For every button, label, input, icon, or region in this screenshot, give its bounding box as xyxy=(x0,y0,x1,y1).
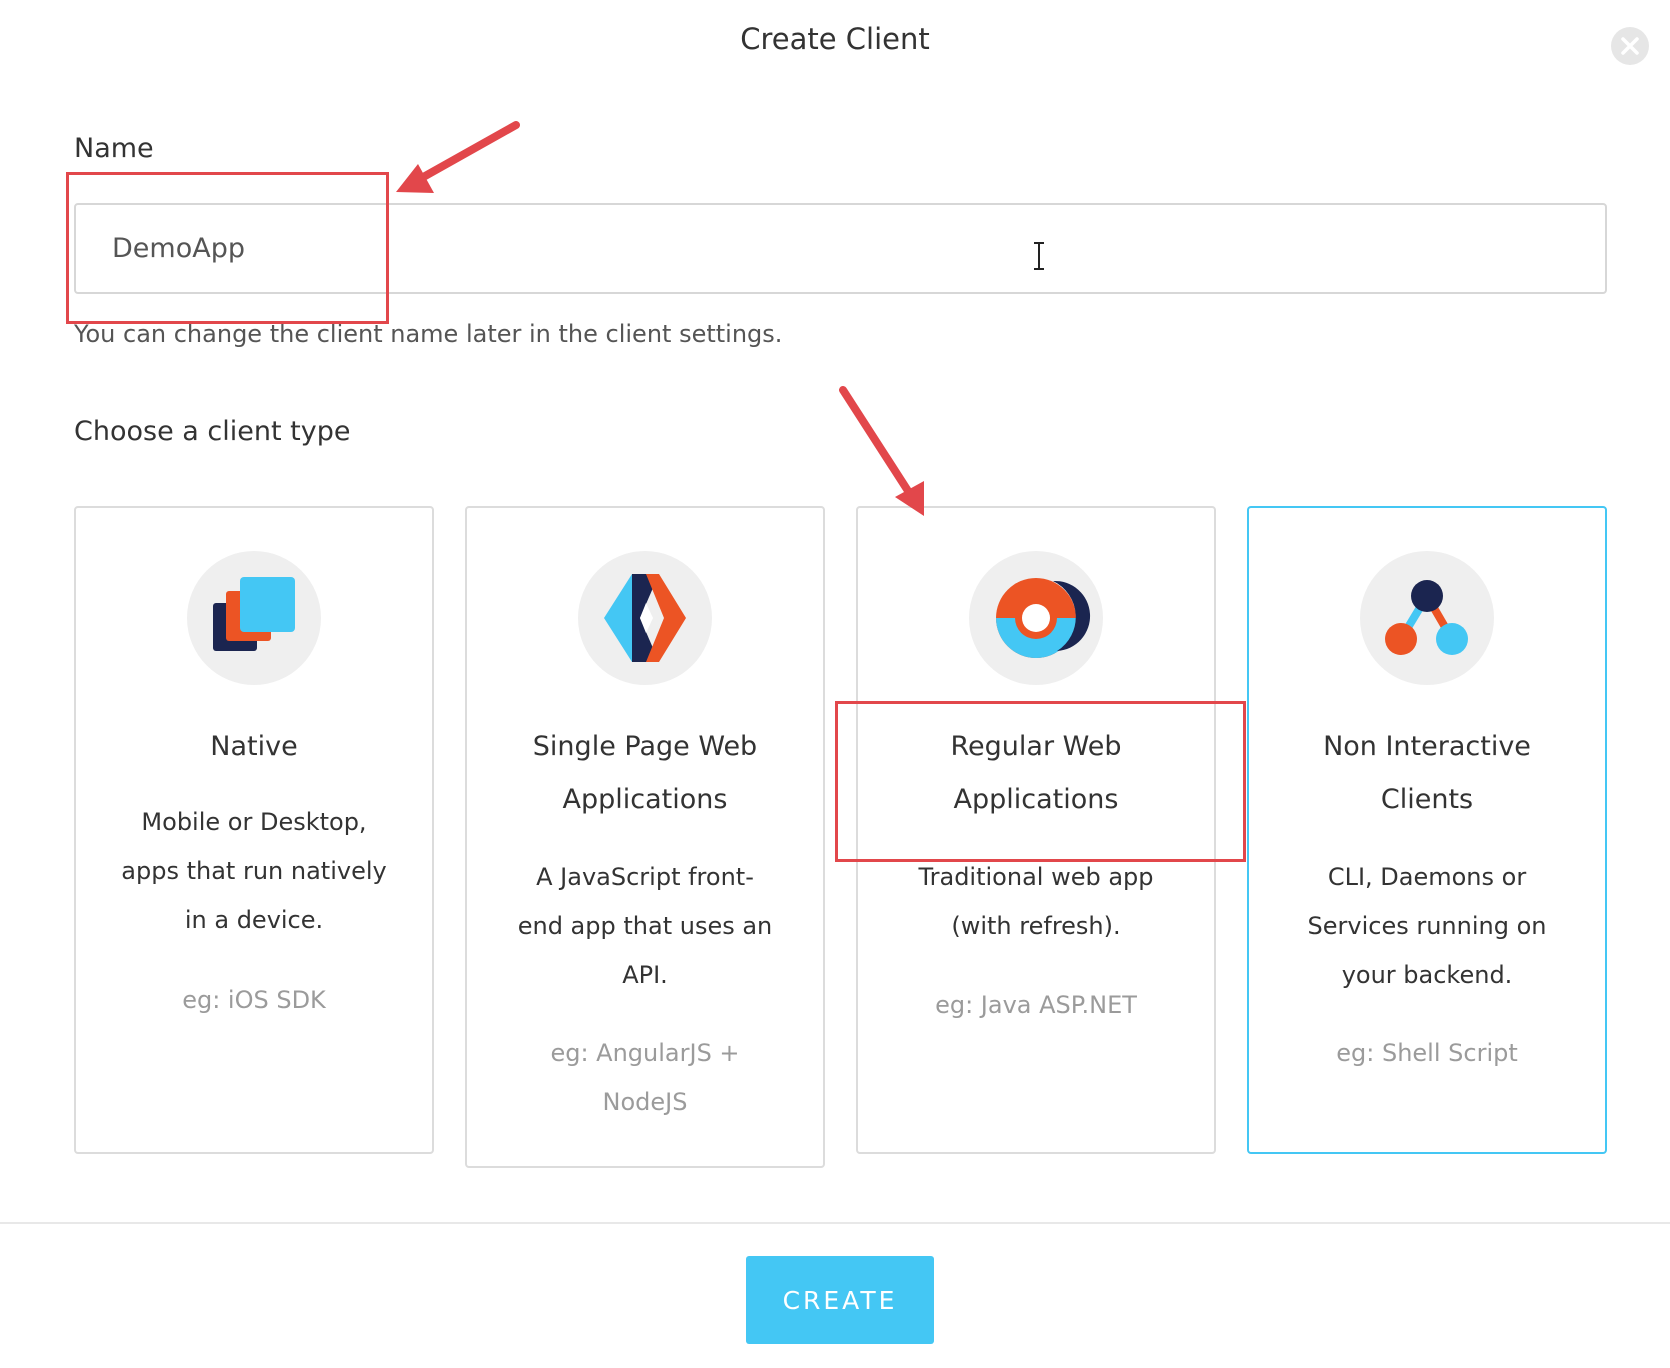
footer-divider xyxy=(0,1222,1670,1224)
icon-circle xyxy=(969,551,1103,685)
client-type-card-spa[interactable]: Single Page Web Applications A JavaScrip… xyxy=(465,506,825,1168)
native-stack-icon xyxy=(213,577,295,651)
icon-circle xyxy=(1360,551,1494,685)
spa-diamond-icon xyxy=(604,574,686,662)
card-example: eg: Java ASP.NET xyxy=(935,991,1137,1019)
dialog-title: Create Client xyxy=(740,22,930,56)
icon-circle xyxy=(187,551,321,685)
client-type-card-non-interactive[interactable]: Non Interactive Clients CLI, Daemons or … xyxy=(1247,506,1607,1154)
client-type-label: Choose a client type xyxy=(74,416,351,447)
name-input[interactable] xyxy=(74,203,1607,294)
regular-web-ring-icon xyxy=(996,578,1091,658)
card-description: Traditional web app (with refresh). xyxy=(918,863,1154,940)
card-example: eg: iOS SDK xyxy=(182,986,326,1014)
card-description: Mobile or Desktop, apps that run nativel… xyxy=(121,808,387,934)
close-icon xyxy=(1621,37,1639,55)
close-button[interactable] xyxy=(1611,27,1649,65)
card-title: Native xyxy=(210,731,298,762)
create-button[interactable]: CREATE xyxy=(746,1256,934,1344)
card-description: CLI, Daemons or Services running on your… xyxy=(1307,863,1547,989)
non-interactive-nodes-icon xyxy=(1385,580,1468,655)
client-type-card-regular-web[interactable]: Regular Web Applications Traditional web… xyxy=(856,506,1216,1154)
icon-circle xyxy=(578,551,712,685)
card-title: Single Page Web Applications xyxy=(532,731,758,815)
name-hint: You can change the client name later in … xyxy=(74,320,783,348)
text-cursor-icon xyxy=(1034,242,1044,270)
card-title: Non Interactive Clients xyxy=(1323,731,1531,815)
card-example: eg: AngularJS + NodeJS xyxy=(550,1039,740,1116)
card-title: Regular Web Applications xyxy=(950,731,1122,815)
card-description: A JavaScript front- end app that uses an… xyxy=(517,863,773,989)
card-example: eg: Shell Script xyxy=(1336,1039,1518,1067)
client-type-card-native[interactable]: Native Mobile or Desktop, apps that run … xyxy=(74,506,434,1154)
name-label: Name xyxy=(74,133,154,164)
